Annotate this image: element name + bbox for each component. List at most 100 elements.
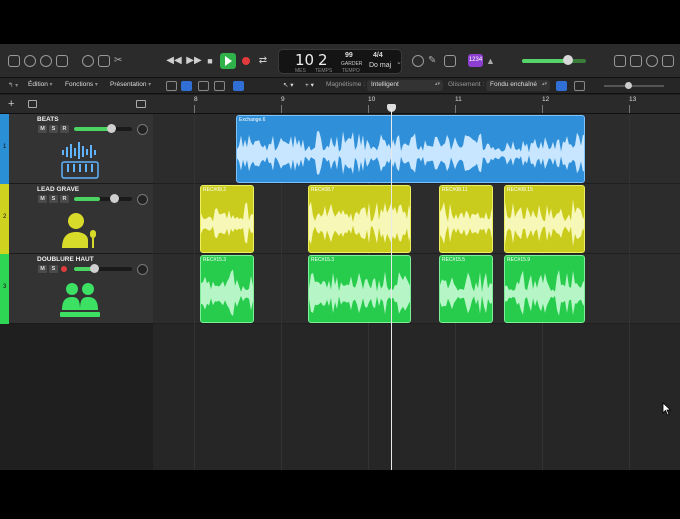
toolbar-toggle-icon[interactable] <box>56 55 68 67</box>
track-name[interactable]: LEAD GRAVE <box>37 186 79 193</box>
metronome-icon[interactable]: ▲ <box>486 55 498 67</box>
volume-knob[interactable] <box>90 264 99 273</box>
track-name[interactable]: DOUBLURE HAUT <box>37 256 94 263</box>
volume-slider[interactable] <box>74 124 132 133</box>
cycle-button[interactable]: ⇄ <box>256 53 270 69</box>
count-in-badge[interactable]: 1234 <box>468 54 483 67</box>
pan-knob[interactable] <box>137 194 148 205</box>
audio-region[interactable]: REC#08.7 <box>308 185 411 253</box>
mute-button[interactable]: M <box>38 195 47 203</box>
audio-region[interactable]: REC#15.3 <box>200 255 254 323</box>
logic-pro-window: ✂ ◀◀ ▶▶ ■ ⇄ 10 2 Mes Temps 99 Garder Tem… <box>0 44 680 470</box>
region-name: REC#15.9 <box>507 257 531 263</box>
solo-button[interactable]: S <box>49 195 58 203</box>
volume-knob[interactable] <box>107 124 116 133</box>
pencil-icon[interactable]: ✎ <box>428 55 440 67</box>
ruler-bar-12: 12 <box>542 96 550 103</box>
volume-slider[interactable] <box>74 264 132 273</box>
smart-controls-icon[interactable] <box>82 55 94 67</box>
tracks-area[interactable]: Exchange.6 REC#08.2 REC#08.7 REC#08.11 R… <box>153 114 680 470</box>
audio-region[interactable]: REC#08.2 <box>200 185 254 253</box>
track-header-lead[interactable]: 2 LEAD GRAVE M S R <box>0 184 153 254</box>
add-track-button[interactable]: + <box>8 98 14 110</box>
zoom-slider[interactable] <box>604 85 664 87</box>
timeline-ruler[interactable]: 8 9 10 11 12 13 <box>153 95 680 114</box>
tracks-toolbar: ↰ Édition Fonctions Présentation ↖ ▾ + ▾… <box>0 78 680 94</box>
lcd-tempo-sub: Tempo <box>342 68 360 74</box>
list-view-icon[interactable] <box>181 81 192 91</box>
ruler-tick <box>368 105 369 113</box>
record-enable-button[interactable]: R <box>60 125 69 133</box>
metronome-settings-icon[interactable] <box>444 55 456 67</box>
audio-region[interactable]: REC#08.11 <box>439 185 493 253</box>
audio-region[interactable]: REC#15.5 <box>439 255 493 323</box>
record-enable-dot[interactable] <box>61 266 67 272</box>
snap-select[interactable]: Intelligent <box>367 80 443 91</box>
record-button[interactable] <box>242 57 250 65</box>
track-name[interactable]: BEATS <box>37 116 59 123</box>
snap-label: Magnétisme : <box>326 81 366 88</box>
secondary-tool-icon[interactable]: + ▾ <box>305 81 314 89</box>
region-name: Exchange.6 <box>239 117 266 123</box>
quick-help-icon[interactable] <box>40 55 52 67</box>
duplicate-track-icon[interactable] <box>28 100 37 108</box>
playhead[interactable] <box>391 108 392 470</box>
pan-knob[interactable] <box>137 264 148 275</box>
notepad-icon[interactable] <box>630 55 642 67</box>
lcd-chevron-icon[interactable]: ⌄ <box>396 58 402 66</box>
master-volume-knob[interactable] <box>563 55 573 65</box>
volume-slider[interactable] <box>74 194 132 203</box>
waveform <box>440 201 492 244</box>
menu-edit[interactable]: Édition <box>28 81 53 88</box>
record-enable-button[interactable]: R <box>60 195 69 203</box>
audio-region[interactable]: REC#15.3 <box>308 255 411 323</box>
pan-knob[interactable] <box>137 124 148 135</box>
editors-icon[interactable]: ✂ <box>114 55 126 67</box>
mute-button[interactable]: M <box>38 265 47 273</box>
inspector-icon[interactable] <box>24 55 36 67</box>
track-folder-icon[interactable] <box>136 100 146 108</box>
audio-region[interactable]: Exchange.6 <box>236 115 585 183</box>
region-name: REC#08.7 <box>311 187 335 193</box>
region-name: REC#15.3 <box>311 257 335 263</box>
menu-functions[interactable]: Fonctions <box>65 81 98 88</box>
library-icon[interactable] <box>8 55 20 67</box>
browser-icon[interactable] <box>662 55 674 67</box>
track-header-beats[interactable]: 1 BEATS M S R <box>0 114 153 184</box>
forward-button[interactable]: ▶▶ <box>186 53 202 69</box>
audio-region[interactable]: REC#08.15 <box>504 185 585 253</box>
automation-icon[interactable] <box>198 81 209 91</box>
back-icon[interactable]: ↰ <box>8 81 18 89</box>
solo-button[interactable]: S <box>49 125 58 133</box>
lcd-tempo-caption: Garder <box>341 61 363 67</box>
rewind-button[interactable]: ◀◀ <box>166 53 182 69</box>
singer-icon <box>62 213 96 248</box>
waveform <box>201 269 253 316</box>
volume-knob[interactable] <box>110 194 119 203</box>
tuner-icon[interactable] <box>412 55 424 67</box>
waveform-zoom-icon[interactable] <box>556 81 567 91</box>
solo-button[interactable]: S <box>49 265 58 273</box>
list-editors-icon[interactable] <box>614 55 626 67</box>
mixer-icon[interactable] <box>98 55 110 67</box>
master-volume-slider[interactable] <box>522 59 586 63</box>
flex-icon[interactable] <box>214 81 225 91</box>
waveform <box>440 272 492 314</box>
audio-region[interactable]: REC#15.9 <box>504 255 585 323</box>
lcd-signature: 4/4 <box>373 52 383 59</box>
track-number: 3 <box>3 284 7 290</box>
lcd-beat: 2 <box>318 51 328 69</box>
pointer-tool-icon[interactable]: ↖ ▾ <box>283 81 294 89</box>
grid-view-icon[interactable] <box>166 81 177 91</box>
loop-browser-icon[interactable] <box>646 55 658 67</box>
lcd-display[interactable]: 10 2 Mes Temps 99 Garder Tempo 4/4 Do ma… <box>278 49 402 74</box>
play-button[interactable] <box>220 53 236 69</box>
zoom-slider-knob[interactable] <box>625 82 632 89</box>
mute-button[interactable]: M <box>38 125 47 133</box>
track-header-double[interactable]: 3 DOUBLURE HAUT M S R <box>0 254 153 324</box>
catch-icon[interactable] <box>233 81 244 91</box>
drag-select[interactable]: Fondu enchaîné <box>486 80 550 91</box>
stop-button[interactable]: ■ <box>204 53 216 69</box>
menu-view[interactable]: Présentation <box>110 81 151 88</box>
vertical-zoom-icon[interactable] <box>574 81 585 91</box>
